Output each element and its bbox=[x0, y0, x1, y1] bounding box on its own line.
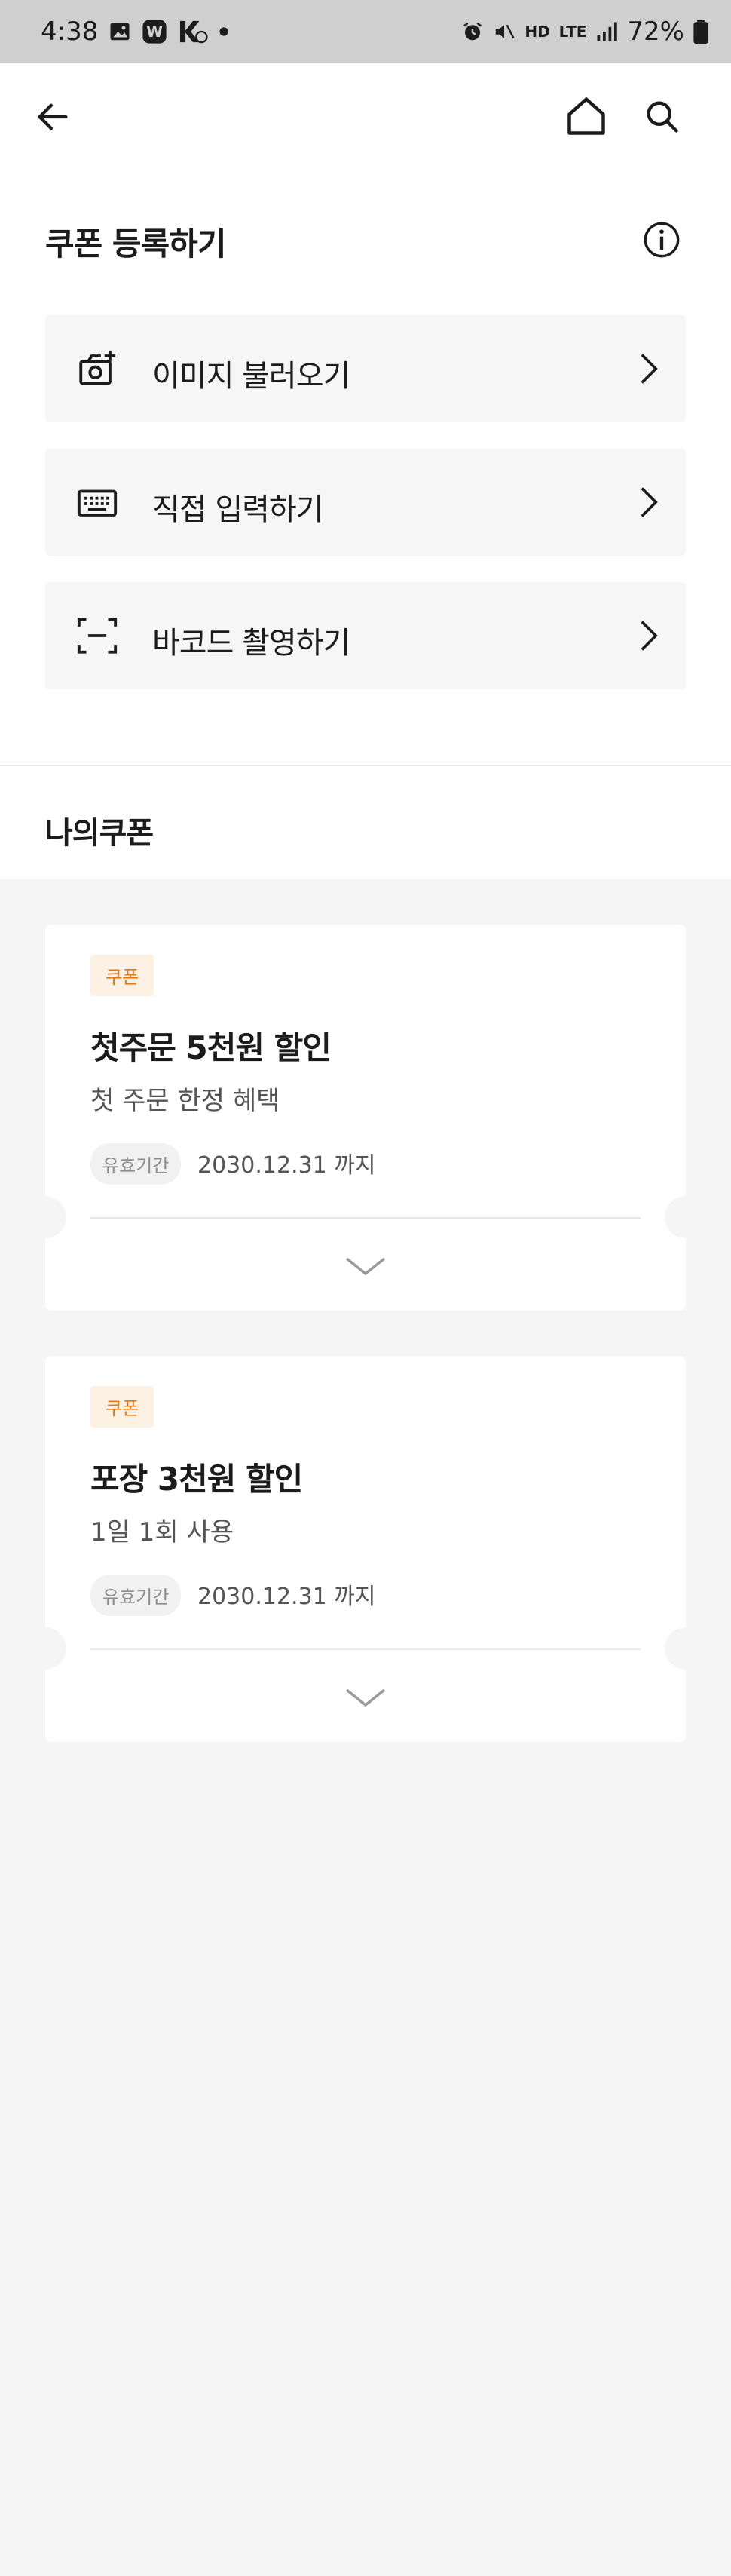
manual-input-option[interactable]: 직접 입력하기 bbox=[45, 449, 686, 556]
barcode-scan-label: 바코드 촬영하기 bbox=[152, 626, 350, 661]
section-divider bbox=[0, 765, 731, 766]
ticket-notch bbox=[665, 1627, 707, 1670]
status-left: 4:38 W bbox=[41, 17, 229, 47]
battery-percent: 72% bbox=[627, 17, 684, 47]
validity-label: 유효기간 bbox=[90, 1143, 182, 1185]
keyboard-icon bbox=[75, 480, 119, 524]
barcode-scan-option[interactable]: 바코드 촬영하기 bbox=[45, 582, 686, 689]
scan-frame-icon bbox=[75, 614, 119, 658]
status-time: 4:38 bbox=[41, 17, 99, 47]
load-image-option[interactable]: 이미지 불러오기 bbox=[45, 315, 686, 422]
register-title: 쿠폰 등록하기 bbox=[45, 225, 226, 262]
mute-icon bbox=[493, 20, 515, 43]
chevron-right-icon bbox=[638, 351, 660, 386]
manual-input-label: 직접 입력하기 bbox=[152, 492, 324, 527]
coupon-subtitle: 1일 1회 사용 bbox=[90, 1517, 234, 1547]
home-icon[interactable] bbox=[564, 94, 609, 139]
battery-icon bbox=[693, 20, 708, 44]
alarm-icon bbox=[461, 20, 484, 43]
load-image-label: 이미지 불러오기 bbox=[152, 359, 350, 394]
app-k-icon bbox=[178, 19, 208, 44]
top-nav bbox=[0, 63, 731, 169]
coupon-divider bbox=[90, 1217, 641, 1219]
chevron-right-icon bbox=[638, 618, 660, 653]
my-coupons-title: 나의쿠폰 bbox=[45, 816, 154, 851]
hd-indicator: HD bbox=[525, 23, 550, 41]
status-bar: 4:38 W HD LTE 72% bbox=[0, 0, 731, 63]
coupon-divider bbox=[90, 1648, 641, 1650]
status-right: HD LTE 72% bbox=[461, 17, 708, 47]
chevron-down-icon[interactable] bbox=[343, 1685, 388, 1710]
coupon-badge: 쿠폰 bbox=[90, 1386, 154, 1428]
ticket-notch bbox=[24, 1627, 66, 1670]
svg-text:W: W bbox=[146, 23, 163, 41]
info-icon[interactable] bbox=[642, 220, 681, 259]
validity-value: 2030.12.31 까지 bbox=[197, 1152, 376, 1179]
coupon-card[interactable]: 쿠폰 첫주문 5천원 할인 첫 주문 한정 혜택 유효기간 2030.12.31… bbox=[24, 925, 707, 1311]
ticket-notch bbox=[665, 1196, 707, 1238]
validity-label: 유효기간 bbox=[90, 1575, 182, 1616]
chevron-down-icon[interactable] bbox=[343, 1253, 388, 1279]
search-icon[interactable] bbox=[642, 97, 681, 136]
notification-dot-icon bbox=[219, 26, 229, 37]
gallery-icon bbox=[109, 20, 131, 43]
coupon-badge: 쿠폰 bbox=[90, 955, 154, 996]
chevron-right-icon bbox=[638, 485, 660, 520]
coupon-title: 첫주문 5천원 할인 bbox=[90, 1029, 332, 1066]
camera-plus-icon bbox=[75, 347, 119, 391]
coupon-title: 포장 3천원 할인 bbox=[90, 1461, 303, 1498]
arrow-left-icon[interactable] bbox=[33, 97, 72, 136]
coupon-card[interactable]: 쿠폰 포장 3천원 할인 1일 1회 사용 유효기간 2030.12.31 까지 bbox=[24, 1356, 707, 1742]
coupon-subtitle: 첫 주문 한정 혜택 bbox=[90, 1086, 280, 1116]
app-w-icon: W bbox=[142, 19, 167, 44]
network-indicator: LTE bbox=[558, 23, 587, 41]
signal-icon bbox=[595, 20, 618, 43]
ticket-notch bbox=[24, 1196, 66, 1238]
validity-value: 2030.12.31 까지 bbox=[197, 1584, 376, 1610]
